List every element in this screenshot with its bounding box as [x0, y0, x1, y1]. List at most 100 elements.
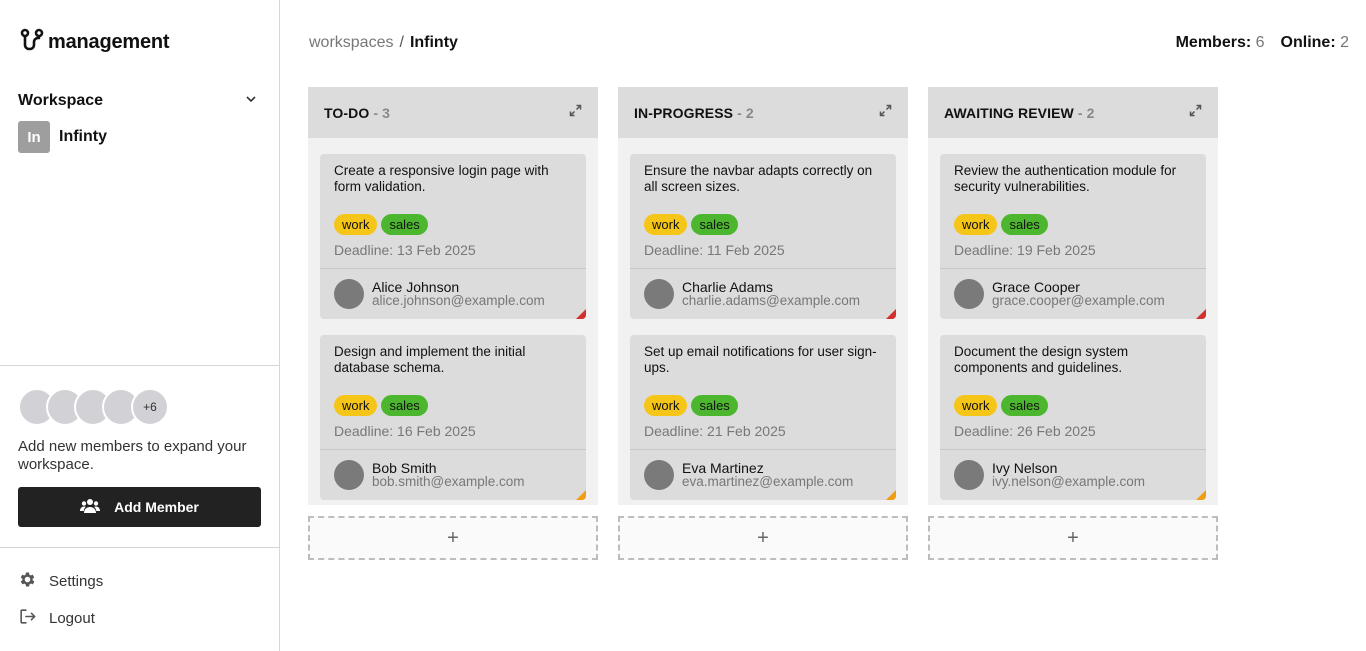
priority-marker — [1196, 309, 1206, 319]
expand-icon[interactable] — [569, 104, 582, 122]
tag-work: work — [954, 395, 998, 416]
avatar — [644, 279, 674, 309]
task-deadline: Deadline: 13 Feb 2025 — [334, 242, 476, 258]
users-icon — [80, 498, 101, 517]
assignee: Charlie Adams charlie.adams@example.com — [644, 279, 860, 309]
tag-work: work — [644, 395, 688, 416]
add-task-button[interactable]: + — [928, 516, 1218, 560]
divider — [0, 365, 279, 366]
task-card[interactable]: Document the design system components an… — [940, 335, 1206, 500]
task-tags: work sales — [334, 214, 428, 235]
add-members-text: Add new members to expand your workspace… — [18, 438, 247, 473]
workspace-toggle[interactable]: Workspace — [18, 90, 258, 112]
column-header: TO-DO - 3 — [308, 87, 598, 138]
column-title: IN-PROGRESS - 2 — [634, 104, 754, 121]
members-stat: Members: 6 — [1176, 34, 1265, 52]
breadcrumb: workspaces / Infinty — [309, 34, 458, 52]
column-count: - 2 — [737, 104, 754, 121]
add-task-button[interactable]: + — [308, 516, 598, 560]
assignee-name: Ivy Nelson — [992, 460, 1058, 476]
logout-label: Logout — [49, 610, 95, 627]
gear-icon — [18, 570, 37, 593]
member-avatars[interactable]: +6 — [18, 388, 178, 426]
task-tags: work sales — [954, 395, 1048, 416]
avatar — [334, 460, 364, 490]
divider — [320, 268, 586, 269]
column-todo: TO-DO - 3 Create a responsive login page… — [308, 87, 598, 505]
app: management Workspace In Infinty +6 Add n… — [0, 0, 1366, 651]
task-card[interactable]: Set up email notifications for user sign… — [630, 335, 896, 500]
assignee-email: alice.johnson@example.com — [372, 293, 545, 308]
task-card[interactable]: Design and implement the initial databas… — [320, 335, 586, 500]
avatar — [644, 460, 674, 490]
tag-sales: sales — [1001, 214, 1048, 235]
assignee-email: grace.cooper@example.com — [992, 293, 1165, 308]
divider — [940, 268, 1206, 269]
more-members-badge: +6 — [131, 388, 169, 426]
online-label: Online: — [1280, 34, 1336, 51]
tag-sales: sales — [691, 395, 738, 416]
task-card[interactable]: Review the authentication module for sec… — [940, 154, 1206, 319]
divider — [630, 268, 896, 269]
task-description: Document the design system components an… — [954, 344, 1129, 375]
column-header: IN-PROGRESS - 2 — [618, 87, 908, 138]
assignee-name: Bob Smith — [372, 460, 437, 476]
workspace-label: Workspace — [18, 92, 104, 109]
assignee: Ivy Nelson ivy.nelson@example.com — [954, 460, 1145, 490]
chevron-down-icon — [244, 92, 258, 111]
avatar — [334, 279, 364, 309]
logout-link[interactable]: Logout — [18, 607, 95, 630]
task-card[interactable]: Ensure the navbar adapts correctly on al… — [630, 154, 896, 319]
divider — [0, 547, 279, 548]
logo[interactable]: management — [20, 28, 170, 57]
assignee-name: Grace Cooper — [992, 279, 1080, 295]
tag-work: work — [644, 214, 688, 235]
assignee: Bob Smith bob.smith@example.com — [334, 460, 525, 490]
column-in-progress: IN-PROGRESS - 2 Ensure the navbar adapts… — [618, 87, 908, 505]
assignee-email: ivy.nelson@example.com — [992, 474, 1146, 489]
settings-label: Settings — [49, 573, 104, 590]
tag-work: work — [334, 395, 378, 416]
task-tags: work sales — [954, 214, 1048, 235]
priority-marker — [886, 309, 896, 319]
divider — [320, 449, 586, 450]
tag-sales: sales — [381, 395, 428, 416]
workspace-stats: Members: 6 Online: 2 — [1176, 34, 1349, 52]
workspace-item-infinty[interactable]: In Infinty — [18, 121, 107, 153]
priority-marker — [576, 490, 586, 500]
settings-link[interactable]: Settings — [18, 570, 103, 593]
assignee: Eva Martinez eva.martinez@example.com — [644, 460, 853, 490]
online-stat: Online: 2 — [1281, 34, 1349, 52]
avatar — [954, 460, 984, 490]
add-task-button[interactable]: + — [618, 516, 908, 560]
assignee-name: Charlie Adams — [682, 279, 774, 295]
sidebar: management Workspace In Infinty +6 Add n… — [0, 0, 280, 651]
task-card[interactable]: Create a responsive login page with form… — [320, 154, 586, 319]
logo-icon — [20, 28, 44, 57]
divider — [630, 449, 896, 450]
column-count: - 2 — [1077, 104, 1095, 121]
add-member-button[interactable]: Add Member — [18, 487, 261, 527]
workspace-name: Infinty — [59, 128, 107, 145]
task-deadline: Deadline: 21 Feb 2025 — [644, 423, 786, 439]
column-awaiting-review: AWAITING REVIEW - 2 Review the authentic… — [928, 87, 1218, 505]
tag-sales: sales — [1001, 395, 1048, 416]
task-deadline: Deadline: 16 Feb 2025 — [334, 423, 476, 439]
assignee-name: Alice Johnson — [372, 279, 460, 295]
breadcrumb-current: Infinty — [409, 34, 458, 51]
column-title: TO-DO - 3 — [324, 104, 390, 121]
task-deadline: Deadline: 11 Feb 2025 — [644, 242, 785, 258]
logo-text: management — [48, 31, 170, 53]
expand-icon[interactable] — [879, 104, 892, 122]
column-title: AWAITING REVIEW - 2 — [944, 104, 1095, 121]
assignee-email: eva.martinez@example.com — [682, 474, 854, 489]
tag-work: work — [334, 214, 378, 235]
tag-work: work — [954, 214, 998, 235]
online-value: 2 — [1340, 34, 1349, 51]
assignee: Grace Cooper grace.cooper@example.com — [954, 279, 1165, 309]
breadcrumb-workspaces[interactable]: workspaces — [309, 34, 393, 52]
task-description: Set up email notifications for user sign… — [644, 344, 877, 375]
expand-icon[interactable] — [1189, 104, 1202, 122]
assignee-name: Eva Martinez — [682, 460, 764, 476]
tag-sales: sales — [381, 214, 428, 235]
